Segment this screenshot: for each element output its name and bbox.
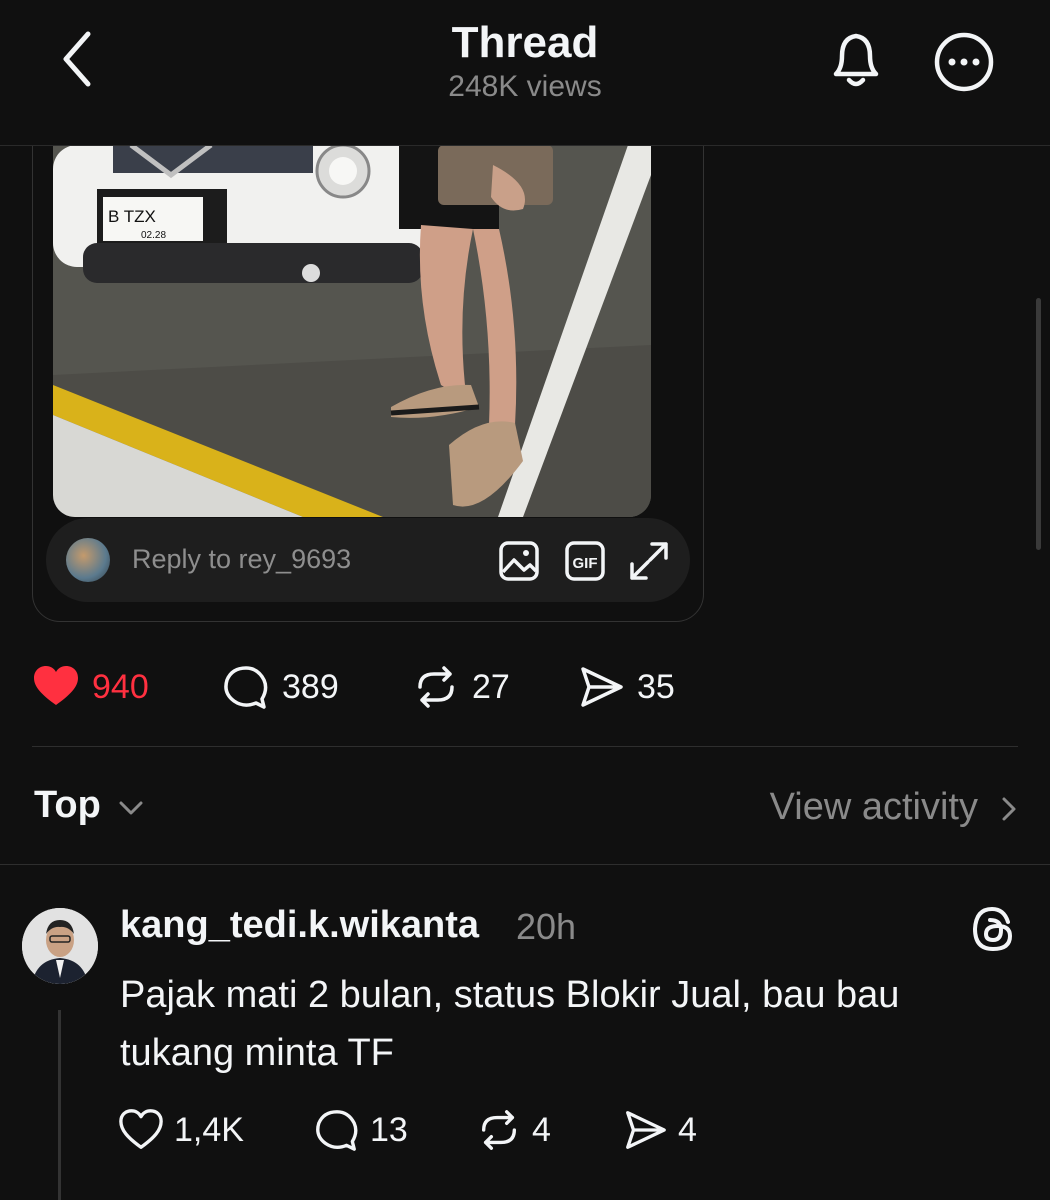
view-activity-link[interactable]: View activity: [770, 786, 978, 829]
comment-count: 389: [282, 667, 339, 706]
repost-count: 4: [532, 1110, 551, 1149]
notifications-button[interactable]: [822, 24, 890, 96]
repost-icon: [481, 1110, 517, 1150]
chevron-right-icon[interactable]: [998, 794, 1020, 824]
like-button[interactable]: 940: [32, 660, 149, 714]
more-icon: [934, 32, 994, 92]
attach-image-button[interactable]: [498, 540, 540, 582]
avatar: [66, 538, 110, 582]
share-count: 35: [637, 667, 675, 706]
image-icon: [499, 541, 539, 581]
divider: [32, 746, 1018, 747]
expand-button[interactable]: [628, 540, 670, 582]
heart-icon: [119, 1109, 163, 1149]
comment-button[interactable]: 389: [222, 660, 339, 714]
comment-actions: 1,4K 13 4 4: [118, 1104, 818, 1156]
more-options-button[interactable]: [928, 26, 1000, 98]
comment-icon: [316, 1110, 358, 1151]
thread-line: [58, 1010, 61, 1200]
share-button[interactable]: 35: [577, 660, 675, 714]
like-button[interactable]: 1,4K: [118, 1104, 244, 1156]
expand-icon: [630, 542, 668, 580]
like-count: 940: [92, 667, 149, 706]
comment-button[interactable]: 13: [314, 1104, 408, 1156]
reply-bar[interactable]: Reply to rey_9693 GIF: [46, 518, 690, 602]
repost-button[interactable]: 4: [476, 1104, 551, 1156]
comment-icon: [224, 666, 268, 709]
chevron-down-icon[interactable]: [116, 796, 146, 820]
profile-photo: [22, 908, 98, 984]
gif-icon: GIF: [565, 541, 605, 581]
svg-text:GIF: GIF: [573, 555, 598, 572]
comment-username[interactable]: kang_tedi.k.wikanta: [120, 904, 479, 947]
avatar[interactable]: [22, 908, 98, 984]
post-actions: 940 389 27 35: [32, 660, 732, 714]
heart-filled-icon: [34, 666, 78, 705]
gif-button[interactable]: GIF: [564, 540, 606, 582]
like-count: 1,4K: [174, 1110, 244, 1149]
threads-logo-icon[interactable]: [968, 904, 1018, 954]
sort-dropdown[interactable]: Top: [34, 784, 101, 827]
share-button[interactable]: 4: [622, 1104, 697, 1156]
license-plate-sub: 02.28: [141, 230, 166, 241]
post-image[interactable]: B TZX 02.28: [53, 145, 651, 517]
comment-timestamp: 20h: [516, 906, 577, 947]
page-title: Thread: [451, 18, 599, 67]
view-count: 248K views: [448, 70, 602, 103]
send-icon: [626, 1111, 666, 1149]
scrollbar[interactable]: [1036, 298, 1041, 550]
comment-text: Pajak mati 2 bulan, status Blokir Jual, …: [120, 974, 900, 1074]
send-icon: [581, 667, 623, 707]
reply-input[interactable]: Reply to rey_9693: [132, 544, 351, 575]
comment-count: 13: [370, 1110, 408, 1149]
share-count: 4: [678, 1110, 697, 1149]
repost-count: 27: [472, 667, 510, 706]
bell-icon: [833, 33, 879, 87]
divider: [0, 864, 1050, 865]
photo-car-parking: B TZX 02.28: [53, 145, 651, 517]
repost-button[interactable]: 27: [412, 660, 510, 714]
top-bar: Thread 248K views: [0, 0, 1050, 146]
license-plate-text: B TZX: [108, 207, 156, 226]
repost-icon: [418, 666, 454, 708]
